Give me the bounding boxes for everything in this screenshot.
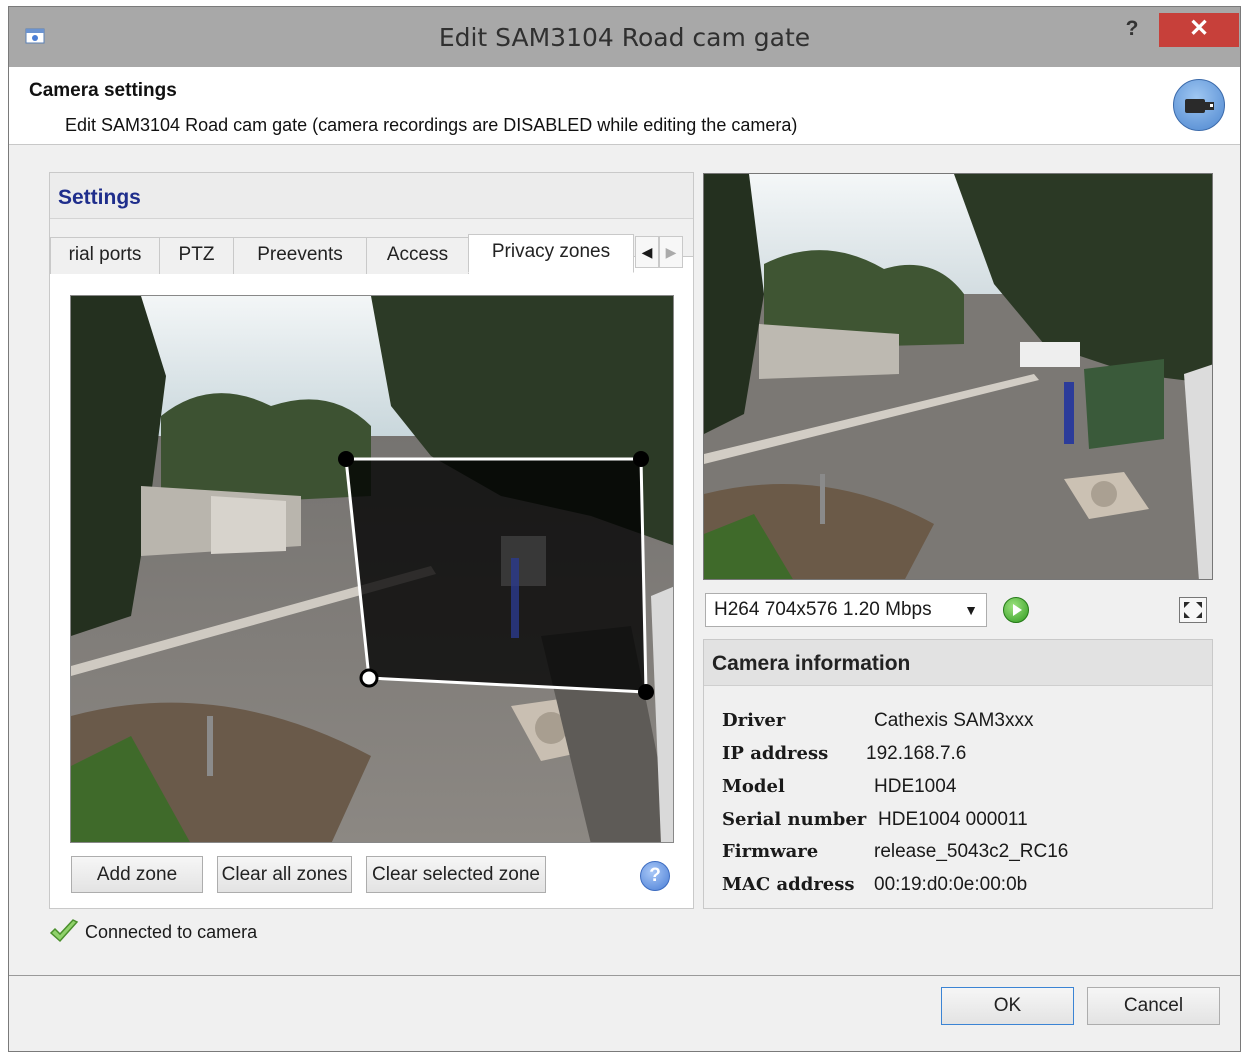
footer-divider: [9, 975, 1240, 976]
tab-scroll-arrows: ◀ ▶: [635, 236, 685, 268]
header-subtitle: Edit SAM3104 Road cam gate (camera recor…: [65, 115, 798, 135]
live-preview: [703, 173, 1213, 580]
tab-serial-ports[interactable]: rial ports: [50, 237, 160, 274]
settings-panel: Settings rial ports PTZ Preevents Access…: [49, 172, 694, 909]
info-label: Driver: [722, 710, 786, 731]
title-bar: Edit SAM3104 Road cam gate ? ✕: [9, 7, 1240, 67]
camera-information-header: Camera information: [704, 640, 1212, 686]
info-label: MAC address: [722, 874, 855, 895]
help-button[interactable]: ?: [1121, 17, 1143, 41]
info-value: 192.168.7.6: [866, 743, 967, 764]
info-label: Firmware: [722, 841, 819, 862]
info-value: HDE1004: [874, 776, 957, 797]
close-button[interactable]: ✕: [1159, 13, 1239, 47]
tab-access[interactable]: Access: [366, 237, 469, 274]
live-preview-image: [704, 174, 1212, 579]
privacy-zone-editor[interactable]: [70, 295, 674, 843]
add-zone-button[interactable]: Add zone: [71, 856, 203, 893]
chevron-down-icon: ▼: [964, 602, 978, 618]
clear-selected-zone-button[interactable]: Clear selected zone: [366, 856, 546, 893]
check-icon: [49, 919, 79, 943]
status-text: Connected to camera: [85, 922, 258, 942]
tab-scroll-right-icon[interactable]: ▶: [659, 236, 683, 268]
settings-tabs: rial ports PTZ Preevents Access Privacy …: [50, 219, 693, 274]
edit-camera-dialog: Edit SAM3104 Road cam gate ? ✕ Camera se…: [8, 6, 1241, 1052]
camera-information-title: Camera information: [712, 652, 911, 675]
info-label: IP address: [722, 743, 829, 764]
settings-title: Settings: [58, 186, 141, 209]
info-value: Cathexis SAM3xxx: [874, 710, 1034, 731]
info-value: 00:19:d0:0e:00:0b: [874, 874, 1028, 895]
play-icon[interactable]: [1003, 597, 1029, 623]
tab-preevents[interactable]: Preevents: [233, 237, 367, 274]
ok-button[interactable]: OK: [941, 987, 1074, 1025]
window-title: Edit SAM3104 Road cam gate: [438, 23, 811, 52]
cancel-button[interactable]: Cancel: [1087, 987, 1220, 1025]
info-label: Model: [722, 776, 785, 797]
help-icon[interactable]: ?: [640, 861, 670, 891]
settings-header: Settings: [50, 173, 693, 219]
info-value: release_5043c2_RC16: [874, 841, 1069, 862]
tab-ptz[interactable]: PTZ: [159, 237, 234, 274]
camera-information-panel: Camera information Driver Cathexis SAM3x…: [703, 639, 1213, 909]
fullscreen-icon[interactable]: [1179, 597, 1207, 623]
camera-frame-image: [71, 296, 673, 842]
stream-select-value: H264 704x576 1.20 Mbps: [714, 599, 932, 620]
clear-all-zones-button[interactable]: Clear all zones: [217, 856, 352, 893]
tab-privacy-zones[interactable]: Privacy zones: [468, 234, 634, 273]
stream-select[interactable]: H264 704x576 1.20 Mbps ▼: [705, 593, 987, 627]
info-value: HDE1004 000011: [878, 809, 1028, 830]
header-title: Camera settings: [29, 80, 177, 101]
info-label: Serial number: [722, 809, 867, 830]
header-section: Camera settings Edit SAM3104 Road cam ga…: [9, 67, 1240, 145]
camera-icon: [1173, 79, 1225, 131]
tab-scroll-left-icon[interactable]: ◀: [635, 236, 659, 268]
